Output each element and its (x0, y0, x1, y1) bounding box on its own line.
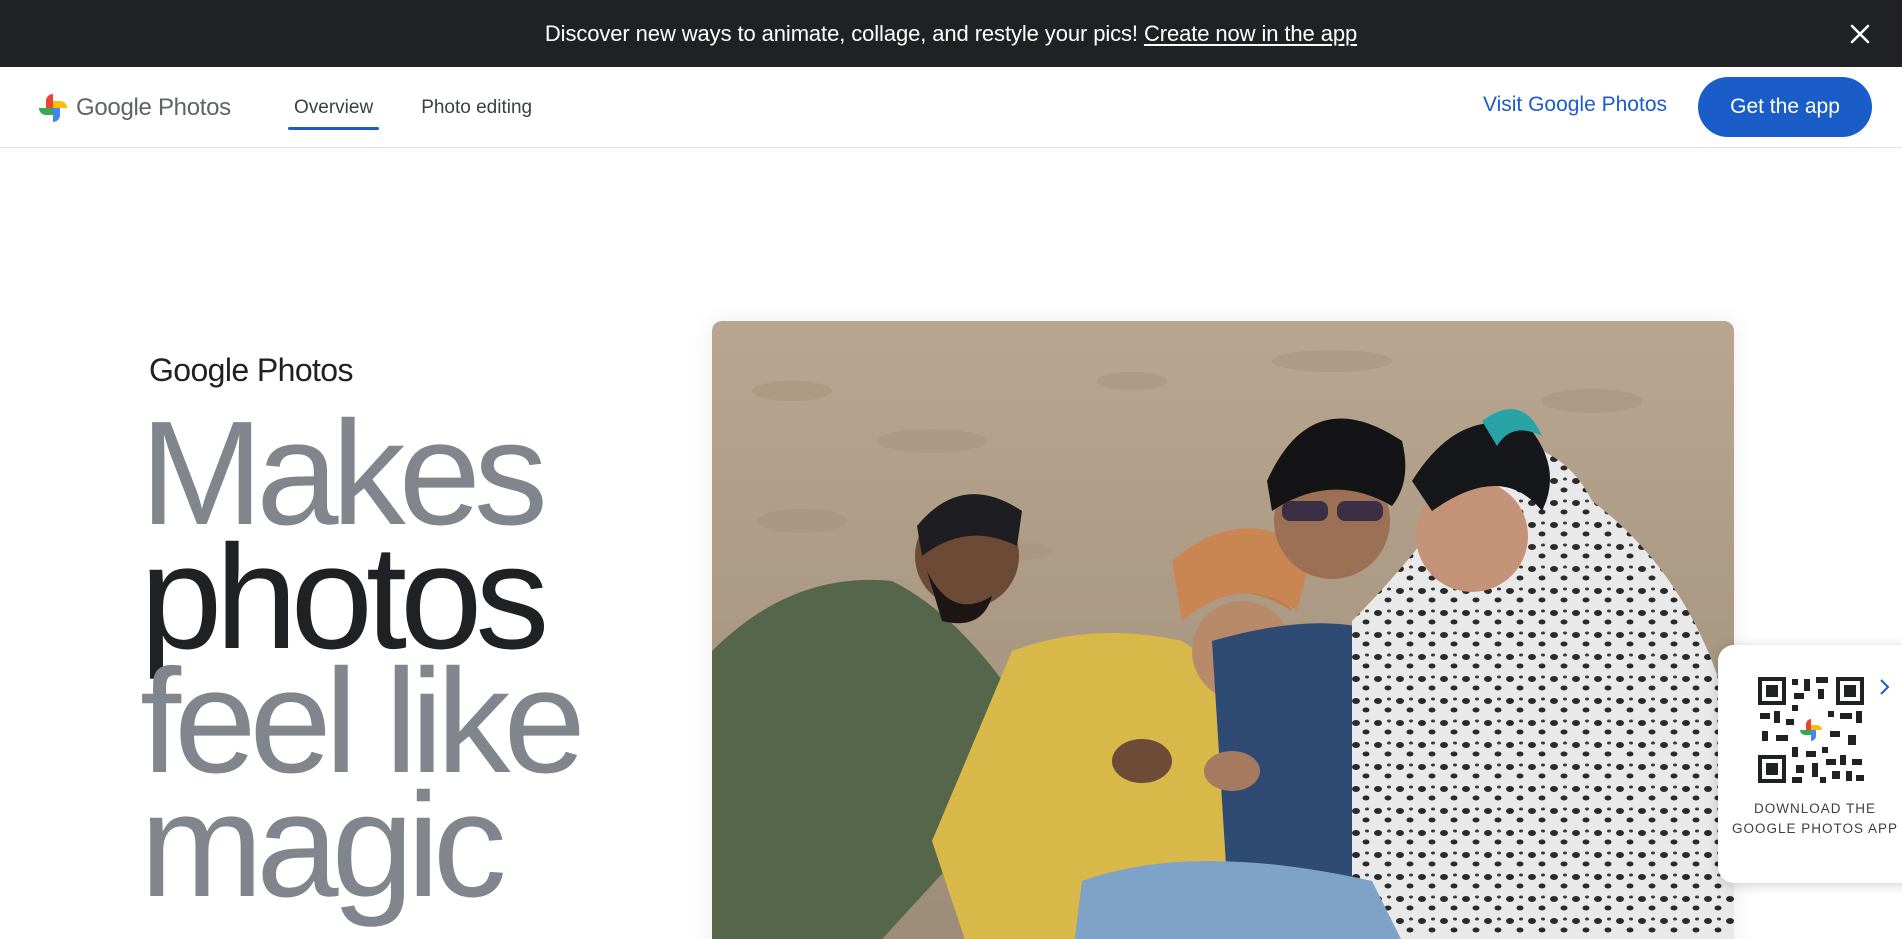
qr-download-widget[interactable]: DOWNLOAD THE GOOGLE PHOTOS APP (1718, 645, 1902, 883)
create-now-link[interactable]: Create now in the app (1144, 21, 1357, 47)
announcement-banner: Discover new ways to animate, collage, a… (0, 0, 1902, 67)
chevron-right-icon[interactable] (1872, 673, 1896, 701)
close-icon[interactable] (1842, 16, 1878, 52)
qr-caption: DOWNLOAD THE GOOGLE PHOTOS APP (1731, 801, 1899, 836)
tab-overview[interactable]: Overview (288, 67, 380, 148)
hero-headline: Makes photos feel like magic (140, 400, 586, 920)
google-photos-logo[interactable]: Google Photos (38, 91, 231, 125)
logo-wordmark: Google Photos (76, 94, 231, 121)
friends-on-beach-image (712, 321, 1734, 939)
google-photos-pinwheel-icon (39, 94, 67, 122)
banner-message: Discover new ways to animate, collage, a… (544, 20, 1138, 46)
hero-brand: Google Photos (149, 352, 354, 388)
visit-google-photos-link[interactable]: Visit Google Photos (1483, 93, 1667, 117)
site-header: Google Photos Overview Photo editing Vis… (0, 67, 1902, 148)
get-the-app-button[interactable]: Get the app (1698, 77, 1872, 137)
qr-code-icon[interactable] (1756, 675, 1866, 785)
hero-photo (712, 321, 1734, 939)
tab-photo-editing[interactable]: Photo editing (415, 67, 538, 148)
primary-nav: Overview Photo editing (288, 67, 574, 148)
